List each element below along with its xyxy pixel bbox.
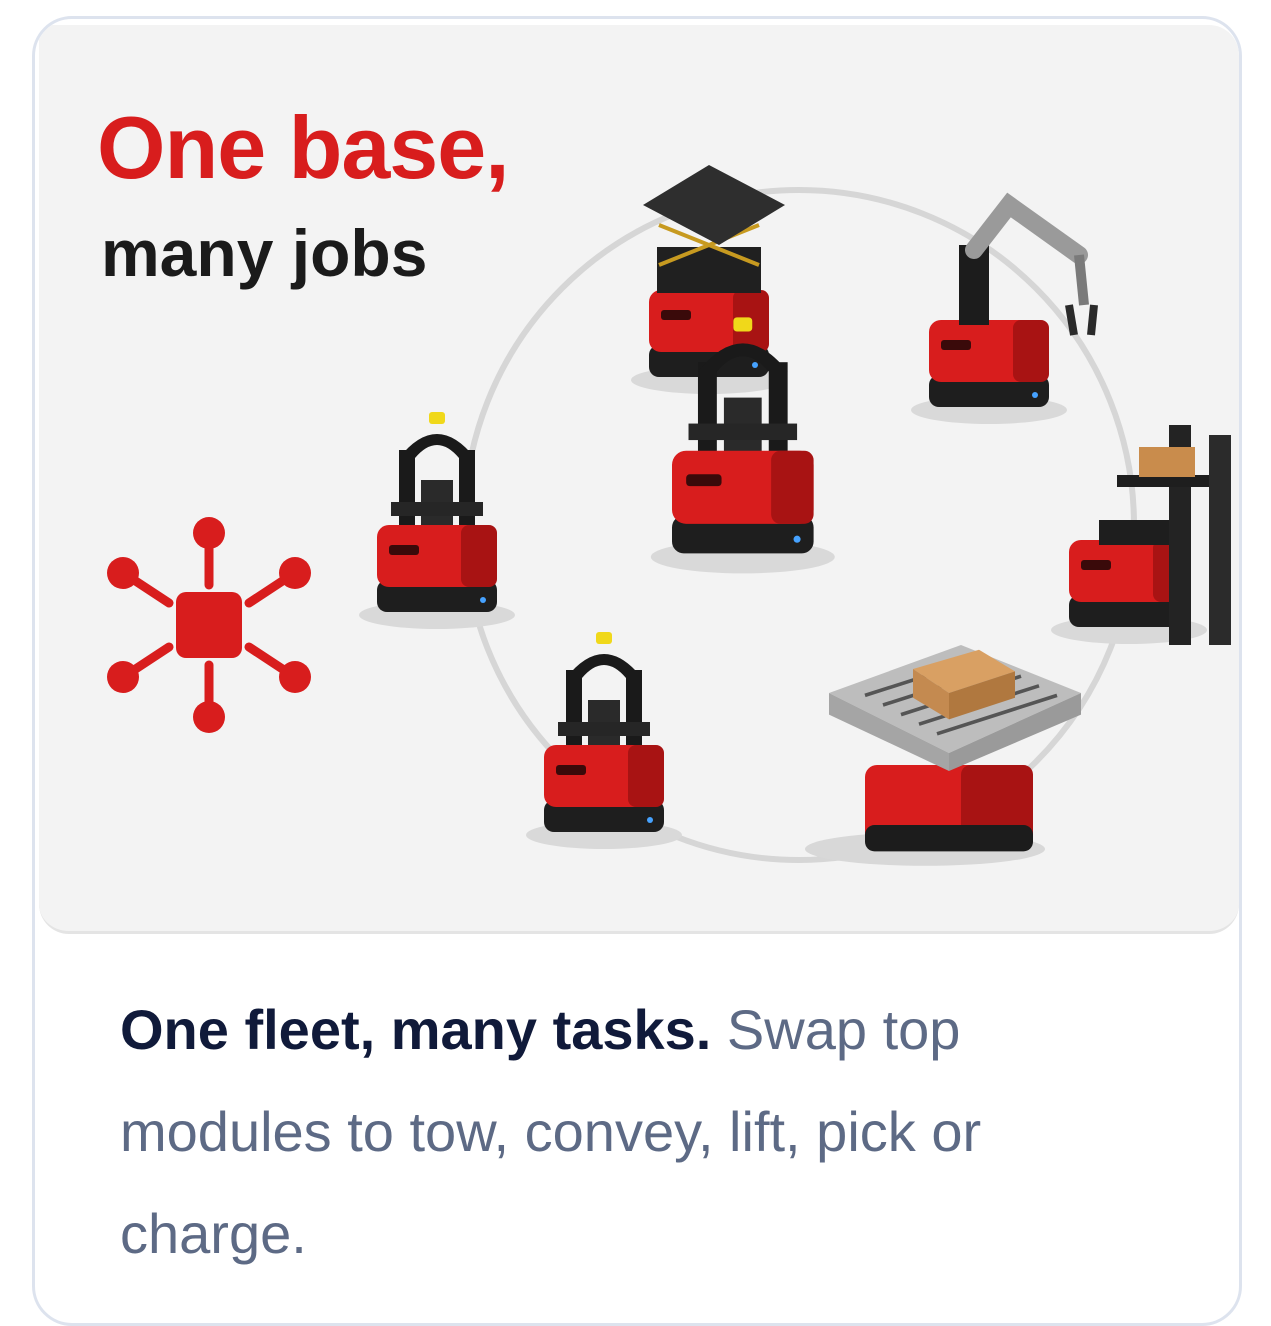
card-caption: One fleet, many tasks. Swap top modules … (120, 979, 1150, 1285)
feature-card: One base, many jobs One fleet, many task… (32, 16, 1242, 1326)
image-headline: One base, (97, 98, 510, 197)
hero-illustration: One base, many jobs (39, 25, 1239, 934)
image-subhead: many jobs (101, 216, 428, 290)
caption-lead: One fleet, many tasks. (120, 998, 712, 1061)
modular-hub-icon (107, 517, 311, 733)
